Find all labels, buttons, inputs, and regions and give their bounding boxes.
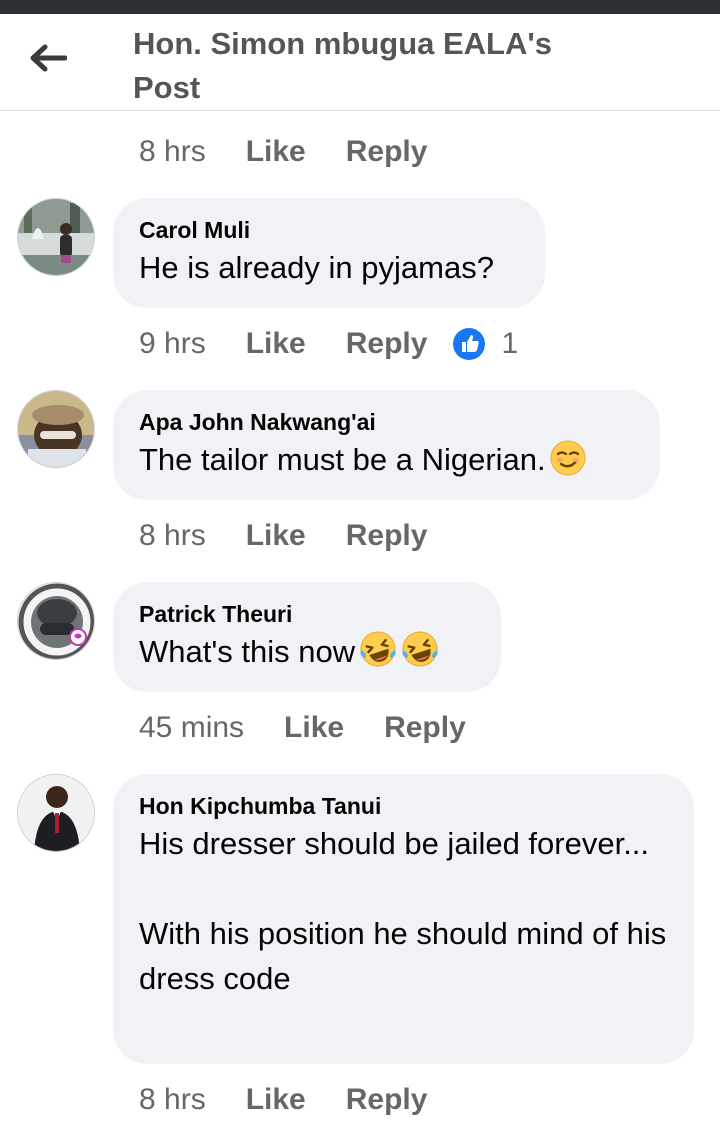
like-button[interactable]: Like [246,327,306,361]
laughing-tears-face-icon [401,630,439,680]
avatar[interactable] [17,774,95,852]
comment-text: What's this now [139,629,475,680]
comment-time: 8 hrs [139,135,206,168]
comment-time: 45 mins [139,711,245,744]
page-header: Hon. Simon mbugua EALA's Post [0,14,720,111]
avatar[interactable] [17,198,95,276]
like-button[interactable]: Like [246,135,306,169]
comment-bubble: Apa John Nakwang'ai The tailor must be a… [113,390,660,500]
comment-meta: 45 mins Like Reply [139,708,506,748]
comment-bubble: Hon Kipchumba Tanui His dresser should b… [113,774,694,1064]
laughing-tears-face-icon [359,630,397,680]
avatar[interactable] [17,390,95,468]
reply-button[interactable]: Reply [346,327,428,361]
smirk-face-icon [550,440,586,488]
comment-meta: 9 hrs Like Reply 1 [139,324,518,364]
comment-author[interactable]: Hon Kipchumba Tanui [139,791,668,821]
like-count: 1 [501,327,519,360]
arrow-left-icon [30,44,67,72]
comment-author[interactable]: Apa John Nakwang'ai [139,407,634,437]
like-button[interactable]: Like [246,519,306,553]
like-button[interactable]: Like [284,711,344,745]
comment-author[interactable]: Patrick Theuri [139,599,475,629]
comment-meta: 8 hrs Like Reply [139,516,467,556]
comment-text-content: What's this now [139,634,356,669]
comment-text: He is already in pyjamas? [139,250,494,285]
comment-text-content: The tailor must be a Nigerian. [139,442,546,477]
reply-button[interactable]: Reply [346,1083,428,1117]
comment-meta: 8 hrs Like Reply [139,132,467,172]
back-button[interactable] [26,40,70,76]
comment-meta: 8 hrs Like Reply [139,1080,467,1120]
comment-time: 8 hrs [139,1083,206,1116]
reply-button[interactable]: Reply [346,519,428,553]
comment-time: 9 hrs [139,327,206,360]
comment-author[interactable]: Carol Muli [139,215,519,245]
comment-text: His dresser should be jailed forever... … [139,826,667,996]
thumbs-up-icon [453,328,486,360]
reaction-count[interactable]: 1 [453,327,518,361]
page-title: Hon. Simon mbugua EALA's Post [133,26,552,105]
avatar[interactable] [17,582,95,660]
like-button[interactable]: Like [246,1083,306,1117]
comment-bubble: Patrick Theuri What's this now [113,582,501,692]
reply-button[interactable]: Reply [384,711,466,745]
comment-bubble: Carol Muli He is already in pyjamas? [113,198,545,308]
comment-time: 8 hrs [139,519,206,552]
reply-button[interactable]: Reply [346,135,428,169]
status-bar [0,0,720,14]
comment-text: The tailor must be a Nigerian. [139,437,634,488]
